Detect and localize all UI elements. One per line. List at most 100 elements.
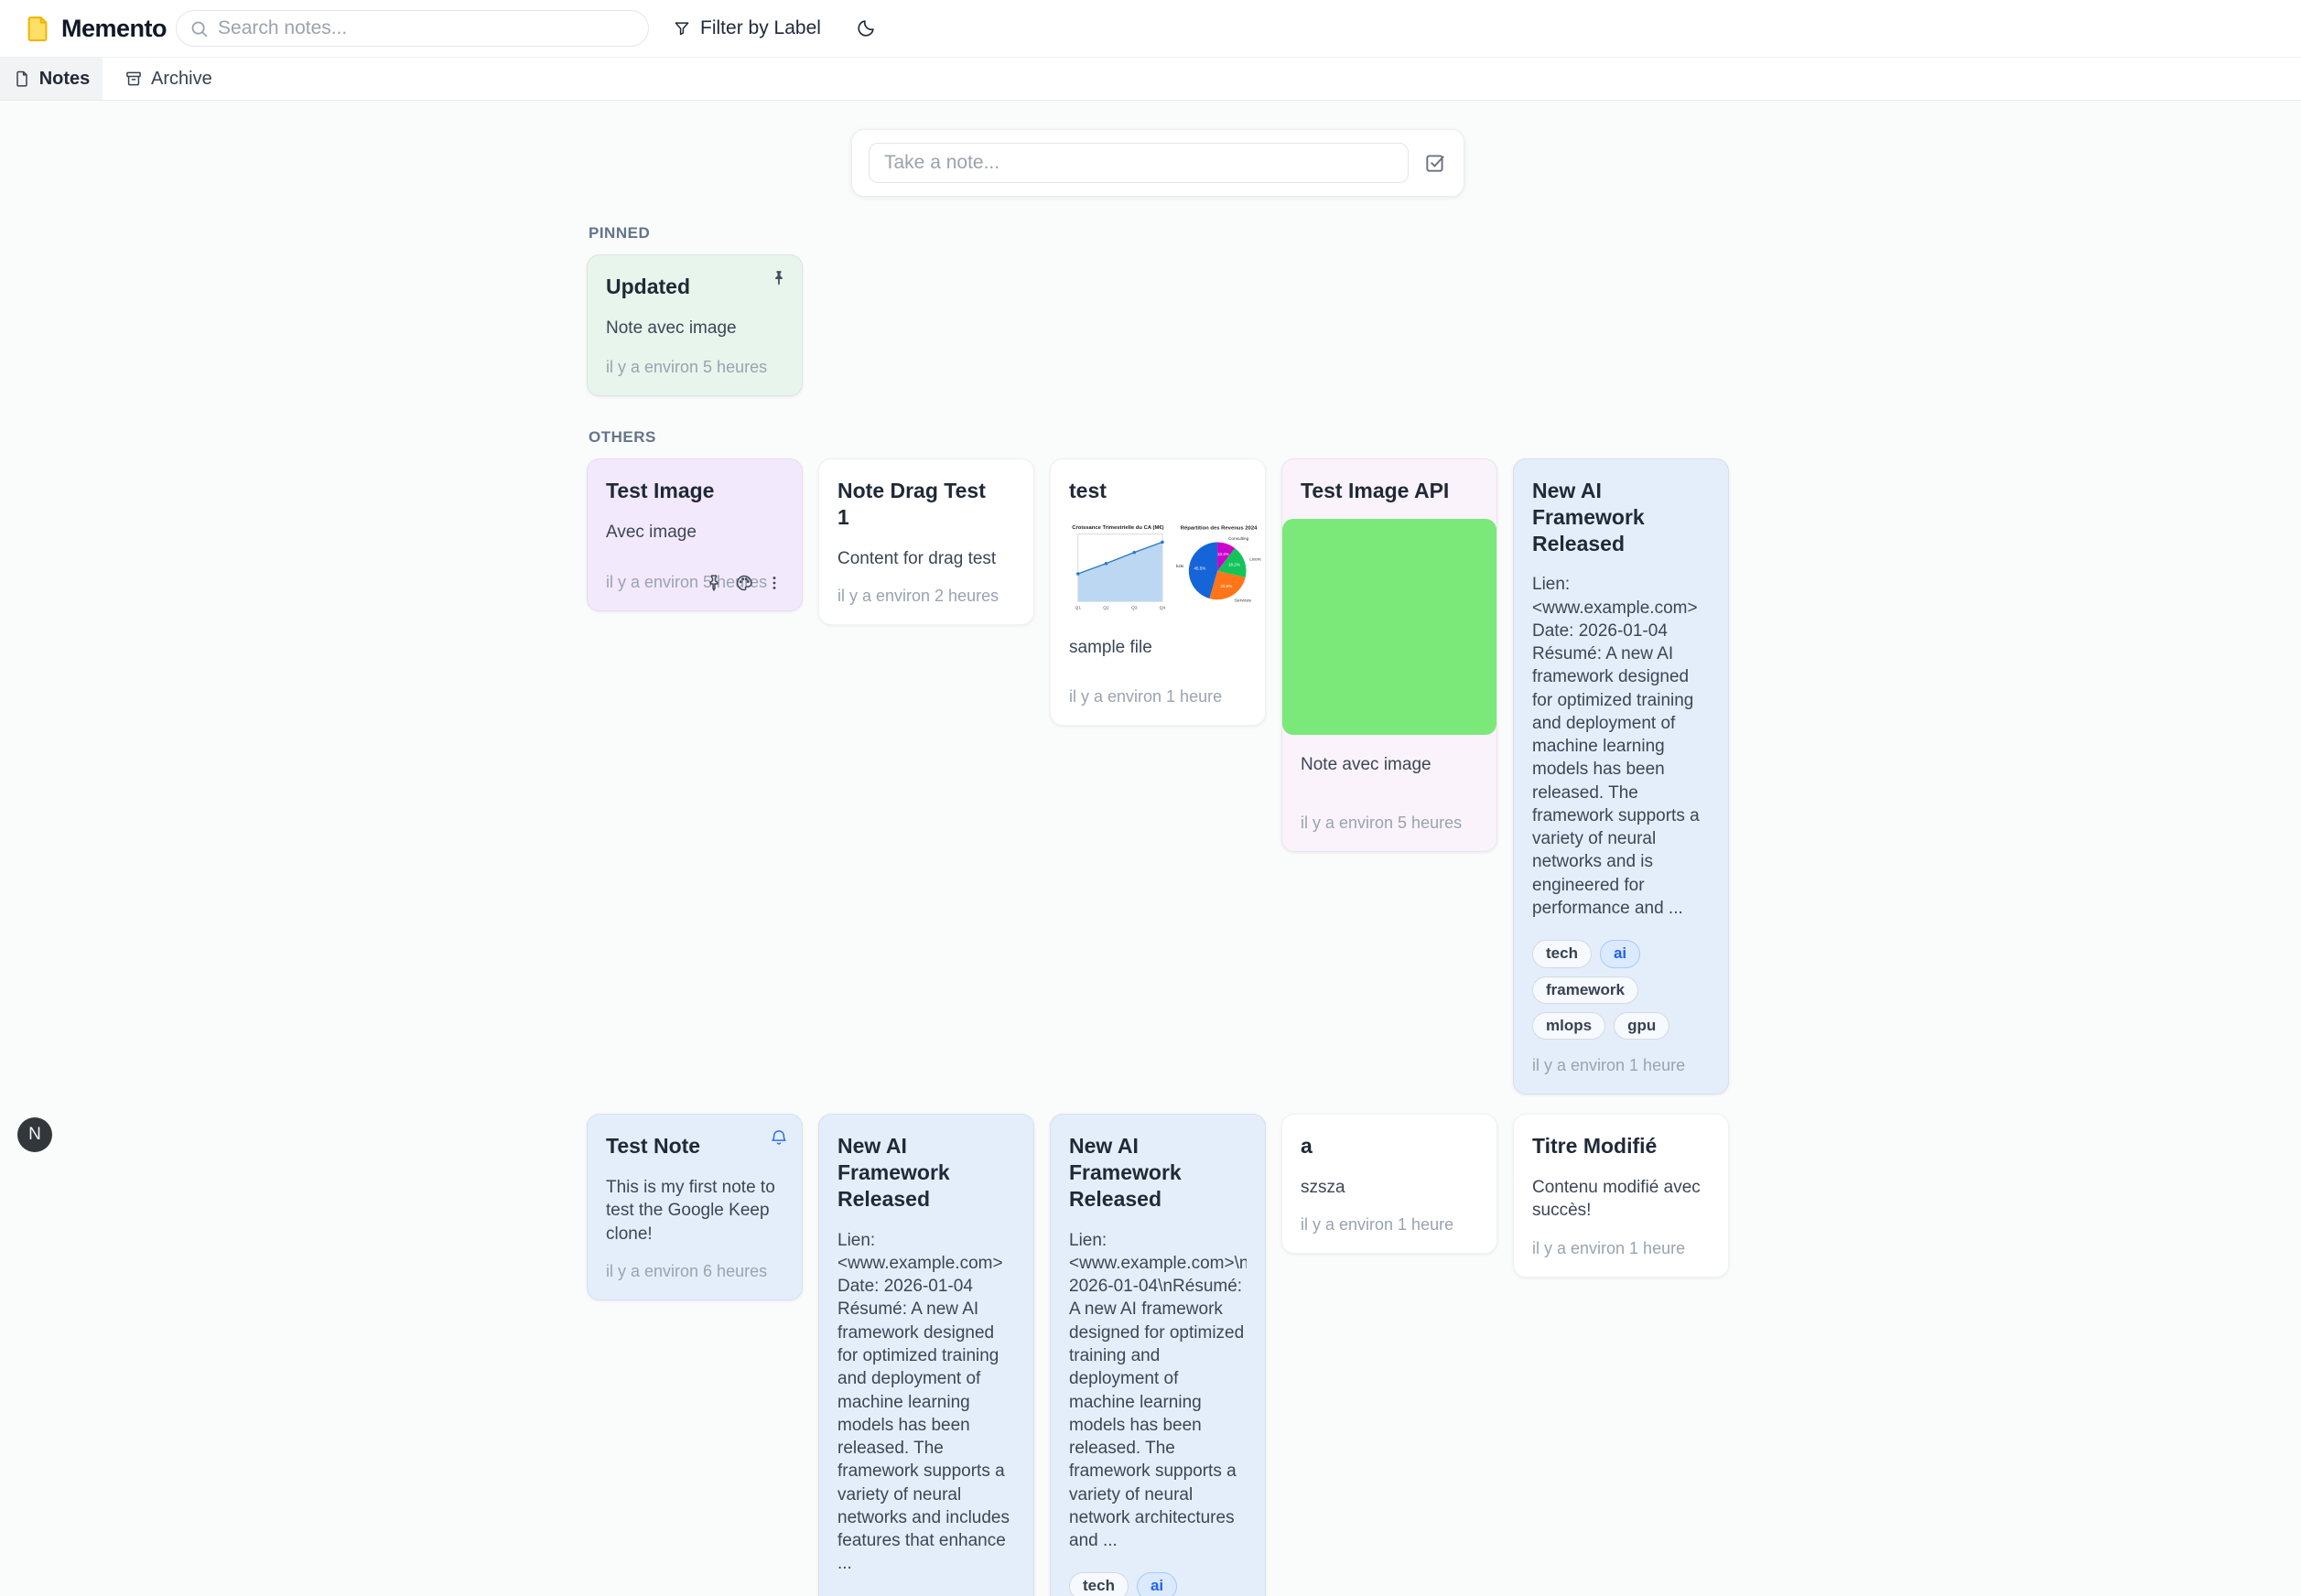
tag-ai[interactable]: ai: [1600, 940, 1640, 967]
pin-icon[interactable]: [705, 574, 723, 592]
note-tags: techaiframeworkmlopsgpu: [1069, 1572, 1247, 1596]
note-title: New AI Framework Released: [1069, 1133, 1247, 1212]
more-vertical-icon[interactable]: [765, 574, 783, 592]
search-bar[interactable]: [176, 10, 649, 47]
note-timestamp: il y a environ 1 heure: [1301, 1215, 1478, 1235]
note-card-ai-framework-2[interactable]: New AI Framework Released Lien: <www.exam…: [818, 1114, 1034, 1596]
notes-row: Test Note This is my first note to test t…: [587, 1114, 1740, 1596]
note-card-updated[interactable]: Updated Note avec imageil y a environ 5 h…: [587, 254, 803, 396]
user-avatar[interactable]: N: [17, 1117, 52, 1152]
note-content: Note avec image: [1301, 753, 1478, 776]
note-action-icons: [705, 574, 783, 592]
note-timestamp: il y a environ 1 heure: [1069, 687, 1247, 706]
note-timestamp: il y a environ 5 heures: [1301, 814, 1478, 833]
take-a-note-input[interactable]: [869, 143, 1409, 183]
note-content: sample file: [1069, 636, 1247, 659]
compose-card: [851, 129, 1464, 197]
pin-icon[interactable]: [770, 269, 788, 287]
file-icon: [13, 70, 31, 88]
svg-text:Q1: Q1: [1075, 605, 1082, 610]
note-content: szsza: [1301, 1176, 1478, 1199]
svg-text:Produits: Produits: [1176, 564, 1184, 568]
search-icon: [189, 19, 209, 38]
filter-by-label-button[interactable]: Filter by Label: [673, 17, 821, 39]
new-checklist-button[interactable]: [1423, 151, 1447, 175]
note-card-test-image[interactable]: Test Image Avec image il y a environ 5 heu…: [587, 458, 803, 611]
pinned-section-label: PINNED: [589, 224, 1740, 243]
app-header: Memento Filter by Label: [0, 0, 2301, 57]
tag-ai[interactable]: ai: [1137, 1572, 1177, 1596]
svg-text:25.9%: 25.9%: [1220, 584, 1232, 588]
note-footer: il y a environ 6 heures: [606, 1246, 783, 1281]
note-content: This is my first note to test the Google…: [606, 1176, 783, 1246]
note-title: Titre Modifié: [1532, 1133, 1710, 1159]
checkbox-icon: [1423, 151, 1447, 175]
note-footer: il y a environ 1 heure: [1532, 1223, 1710, 1258]
tag-framework[interactable]: framework: [1532, 976, 1638, 1004]
tab-bar: Notes Archive: [0, 57, 2301, 101]
note-footer: il y a environ 2 heures: [837, 570, 1015, 606]
note-title: Test Image API: [1301, 478, 1478, 504]
tag-tech[interactable]: tech: [1069, 1572, 1129, 1596]
note-card-ai-framework-3[interactable]: New AI Framework Released Lien: <www.exam…: [1050, 1114, 1266, 1596]
note-card-titre-modifie[interactable]: Titre Modifié Contenu modifié avec succès…: [1513, 1114, 1729, 1277]
tag-tech[interactable]: tech: [1532, 940, 1592, 967]
svg-text:Q2: Q2: [1103, 605, 1109, 610]
note-content: Lien: <www.example.com>Date: 2026-01-04R…: [837, 1229, 1015, 1576]
svg-text:Licences: Licences: [1249, 556, 1261, 561]
note-timestamp: il y a environ 2 heures: [837, 587, 1015, 606]
note-image: [1282, 519, 1496, 735]
note-card-a[interactable]: aszszail y a environ 1 heure: [1281, 1114, 1497, 1254]
note-title: Test Note: [606, 1133, 783, 1159]
others-notes: Test Image Avec image il y a environ 5 heu…: [587, 458, 1740, 1596]
svg-text:18.2%: 18.2%: [1228, 563, 1240, 567]
note-card-test-note[interactable]: Test Note This is my first note to test t…: [587, 1114, 803, 1300]
theme-toggle-button[interactable]: [856, 18, 876, 38]
note-tags: techai framework mlops gpu: [1532, 940, 1710, 1040]
note-footer: il y a environ 5 heures: [606, 341, 783, 377]
line-chart-thumbnail: Croissance Trimestrielle du CA (M€) Q1 Q2 Q…: [1069, 521, 1167, 612]
note-title: New AI Framework Released: [1532, 478, 1710, 556]
moon-icon: [856, 18, 876, 38]
tab-archive[interactable]: Archive: [103, 58, 234, 100]
note-content: Avec image: [606, 521, 783, 544]
note-footer: il y a environ 5 heures: [606, 556, 783, 592]
tag-mlops[interactable]: mlops: [1532, 1012, 1605, 1040]
svg-text:45.5%: 45.5%: [1194, 566, 1205, 570]
note-card-test[interactable]: test Croissance Trimestrielle du CA (M€) Q…: [1050, 458, 1266, 726]
note-title: test: [1069, 478, 1247, 504]
archive-icon: [124, 70, 143, 88]
svg-text:Croissance Trimestrielle du CA: Croissance Trimestrielle du CA (M€): [1072, 525, 1163, 531]
note-title: New AI Framework Released: [837, 1133, 1015, 1212]
note-card-test-image-api[interactable]: Test Image API Note avec image il y a envi…: [1281, 458, 1497, 852]
pie-chart-thumbnail: Répartition des Revenus 202410.4%Consult…: [1176, 521, 1261, 608]
note-footer: il y a environ 1 heure: [1532, 1040, 1710, 1075]
note-content: Lien: <www.example.com>\nDate: 2026-01-0…: [1069, 1229, 1247, 1553]
app-logo-icon: [24, 15, 51, 42]
svg-text:Q3: Q3: [1131, 605, 1138, 610]
pinned-notes-row: Updated Note avec imageil y a environ 5 h…: [587, 254, 1740, 396]
note-timestamp: il y a environ 1 heure: [1532, 1239, 1710, 1258]
note-title: Test Image: [606, 478, 783, 504]
note-content: Note avec image: [606, 317, 783, 340]
filter-label: Filter by Label: [700, 17, 821, 39]
search-input[interactable]: [218, 17, 635, 39]
note-card-ai-framework-1[interactable]: New AI Framework Released Lien: <www.exam…: [1513, 458, 1729, 1095]
notes-row: Test Image Avec image il y a environ 5 heu…: [587, 458, 1740, 1095]
note-content: Lien: <www.example.com>Date: 2026-01-04R…: [1532, 573, 1710, 920]
bell-icon[interactable]: [770, 1128, 788, 1147]
note-title: Note Drag Test 1: [837, 478, 1015, 531]
note-card-note-drag-test-1[interactable]: Note Drag Test 1Content for drag testil …: [818, 458, 1034, 625]
tab-notes[interactable]: Notes: [0, 58, 103, 100]
note-title: Updated: [606, 274, 783, 300]
tag-gpu[interactable]: gpu: [1614, 1012, 1669, 1040]
note-footer: il y a environ 5 heures: [1301, 797, 1478, 833]
note-timestamp: il y a environ 1 heure: [1532, 1056, 1710, 1075]
note-timestamp: il y a environ 6 heures: [606, 1262, 783, 1281]
tab-archive-label: Archive: [151, 69, 212, 90]
svg-text:Consulting: Consulting: [1228, 536, 1249, 541]
app-title: Memento: [61, 15, 167, 43]
svg-text:Q4: Q4: [1160, 605, 1166, 610]
palette-icon[interactable]: [735, 574, 753, 592]
note-content: Contenu modifié avec succès!: [1532, 1176, 1710, 1223]
